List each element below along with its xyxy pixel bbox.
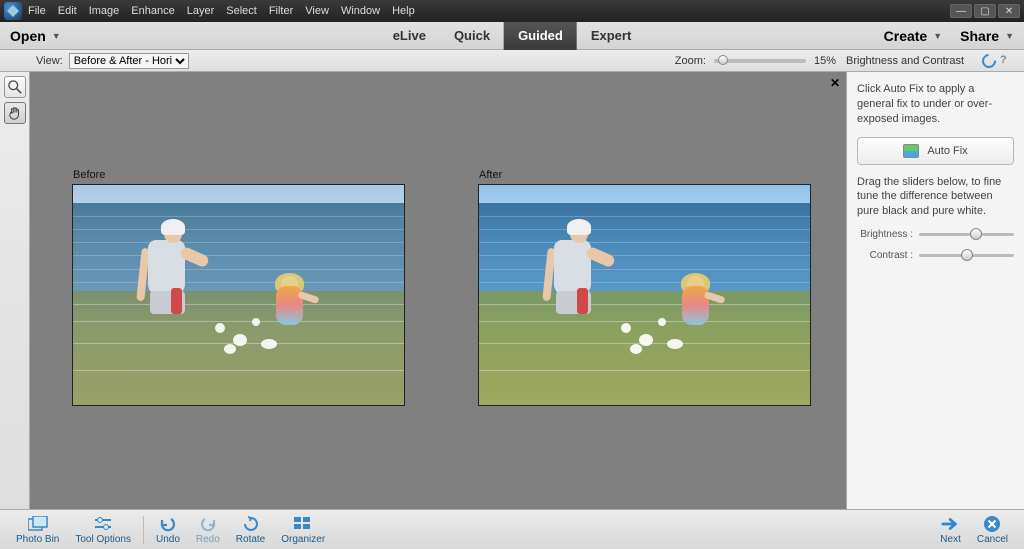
caret-down-icon: ▼: [1005, 31, 1014, 41]
contrast-thumb[interactable]: [961, 249, 973, 261]
caret-down-icon: ▼: [933, 31, 942, 41]
create-label: Create: [884, 28, 928, 44]
contrast-label: Contrast :: [857, 250, 913, 261]
open-label: Open: [10, 28, 46, 44]
canvas-area: ✕ Before After: [30, 72, 846, 509]
mode-quick[interactable]: Quick: [440, 22, 504, 50]
view-label: View:: [36, 55, 63, 67]
redo-label: Redo: [196, 534, 220, 545]
view-select[interactable]: Before & After - Horizontal: [69, 53, 189, 69]
before-scene: [73, 185, 404, 405]
zoom-group: Zoom: 15%: [675, 55, 836, 67]
undo-button[interactable]: Undo: [148, 512, 188, 548]
autofix-label: Auto Fix: [927, 145, 967, 157]
menu-enhance[interactable]: Enhance: [131, 5, 174, 17]
autofix-hint: Click Auto Fix to apply a general fix to…: [857, 82, 1014, 127]
panel-title-bar: Brightness and Contrast ?: [846, 54, 1014, 68]
rotate-button[interactable]: Rotate: [228, 512, 273, 548]
menu-filter[interactable]: Filter: [269, 5, 293, 17]
contrast-row: Contrast :: [857, 250, 1014, 261]
next-icon: [941, 515, 961, 533]
tooloptions-button[interactable]: Tool Options: [67, 512, 139, 548]
brightness-thumb[interactable]: [970, 228, 982, 240]
photobin-icon: [28, 515, 48, 533]
mode-elive[interactable]: eLive: [379, 22, 440, 50]
window-controls: — ▢ ✕: [950, 4, 1020, 18]
create-menu[interactable]: Create ▼: [884, 28, 943, 44]
menu-view[interactable]: View: [305, 5, 329, 17]
menu-layer[interactable]: Layer: [187, 5, 215, 17]
rotate-icon: [241, 515, 261, 533]
before-image: Before: [72, 184, 405, 406]
after-image: After: [478, 184, 811, 406]
autofix-button[interactable]: Auto Fix: [857, 137, 1014, 165]
mode-guided[interactable]: Guided: [504, 22, 577, 50]
undo-icon: [158, 515, 178, 533]
rotate-label: Rotate: [236, 534, 265, 545]
cancel-icon: [982, 515, 1002, 533]
mode-expert[interactable]: Expert: [577, 22, 645, 50]
title-bar: File Edit Image Enhance Layer Select Fil…: [0, 0, 1024, 22]
zoom-slider-thumb[interactable]: [718, 55, 728, 65]
top-bar: Open ▼ eLive Quick Guided Expert Create …: [0, 22, 1024, 50]
photobin-label: Photo Bin: [16, 534, 59, 545]
maximize-button[interactable]: ▢: [974, 4, 996, 18]
tooloptions-icon: [93, 515, 113, 533]
brightness-contrast-panel: Click Auto Fix to apply a general fix to…: [846, 72, 1024, 509]
bottom-bar: Photo Bin Tool Options Undo Redo Rotate …: [0, 509, 1024, 549]
hand-tool[interactable]: [4, 102, 26, 124]
tool-column: [0, 72, 30, 509]
mode-tabs: eLive Quick Guided Expert: [379, 22, 646, 50]
redo-button[interactable]: Redo: [188, 512, 228, 548]
menu-file[interactable]: File: [28, 5, 46, 17]
organizer-label: Organizer: [281, 534, 325, 545]
minimize-button[interactable]: —: [950, 4, 972, 18]
tooloptions-label: Tool Options: [75, 534, 131, 545]
menu-help[interactable]: Help: [392, 5, 415, 17]
zoom-label: Zoom:: [675, 55, 706, 67]
before-label: Before: [73, 169, 105, 181]
menu-edit[interactable]: Edit: [58, 5, 77, 17]
after-label: After: [479, 169, 502, 181]
panel-title: Brightness and Contrast: [846, 55, 964, 67]
cancel-button[interactable]: Cancel: [969, 512, 1016, 548]
menu-image[interactable]: Image: [89, 5, 120, 17]
menu-window[interactable]: Window: [341, 5, 380, 17]
autofix-icon: [903, 144, 919, 158]
organizer-icon: [293, 515, 313, 533]
caret-down-icon: ▼: [52, 31, 61, 41]
zoom-slider[interactable]: [714, 59, 806, 63]
contrast-slider[interactable]: [919, 254, 1014, 257]
after-scene: [479, 185, 810, 405]
cancel-label: Cancel: [977, 534, 1008, 545]
reset-panel-icon[interactable]: [982, 54, 996, 68]
undo-label: Undo: [156, 534, 180, 545]
brightness-row: Brightness :: [857, 229, 1014, 240]
separator: [143, 516, 144, 544]
organizer-button[interactable]: Organizer: [273, 512, 333, 548]
app-logo: [4, 2, 22, 20]
close-window-button[interactable]: ✕: [998, 4, 1020, 18]
menu-select[interactable]: Select: [226, 5, 257, 17]
next-button[interactable]: Next: [932, 512, 969, 548]
next-label: Next: [940, 534, 961, 545]
brightness-slider[interactable]: [919, 233, 1014, 236]
share-menu[interactable]: Share ▼: [960, 28, 1014, 44]
photobin-button[interactable]: Photo Bin: [8, 512, 67, 548]
help-icon[interactable]: ?: [1000, 54, 1014, 68]
options-bar: View: Before & After - Horizontal Zoom: …: [0, 50, 1024, 72]
slider-hint: Drag the sliders below, to fine tune the…: [857, 175, 1014, 220]
menu-bar: File Edit Image Enhance Layer Select Fil…: [28, 5, 415, 17]
share-label: Share: [960, 28, 999, 44]
redo-icon: [198, 515, 218, 533]
zoom-tool[interactable]: [4, 76, 26, 98]
close-document-icon[interactable]: ✕: [830, 76, 840, 90]
open-menu[interactable]: Open ▼: [10, 28, 61, 44]
brightness-label: Brightness :: [857, 229, 913, 240]
zoom-value: 15%: [814, 55, 836, 67]
